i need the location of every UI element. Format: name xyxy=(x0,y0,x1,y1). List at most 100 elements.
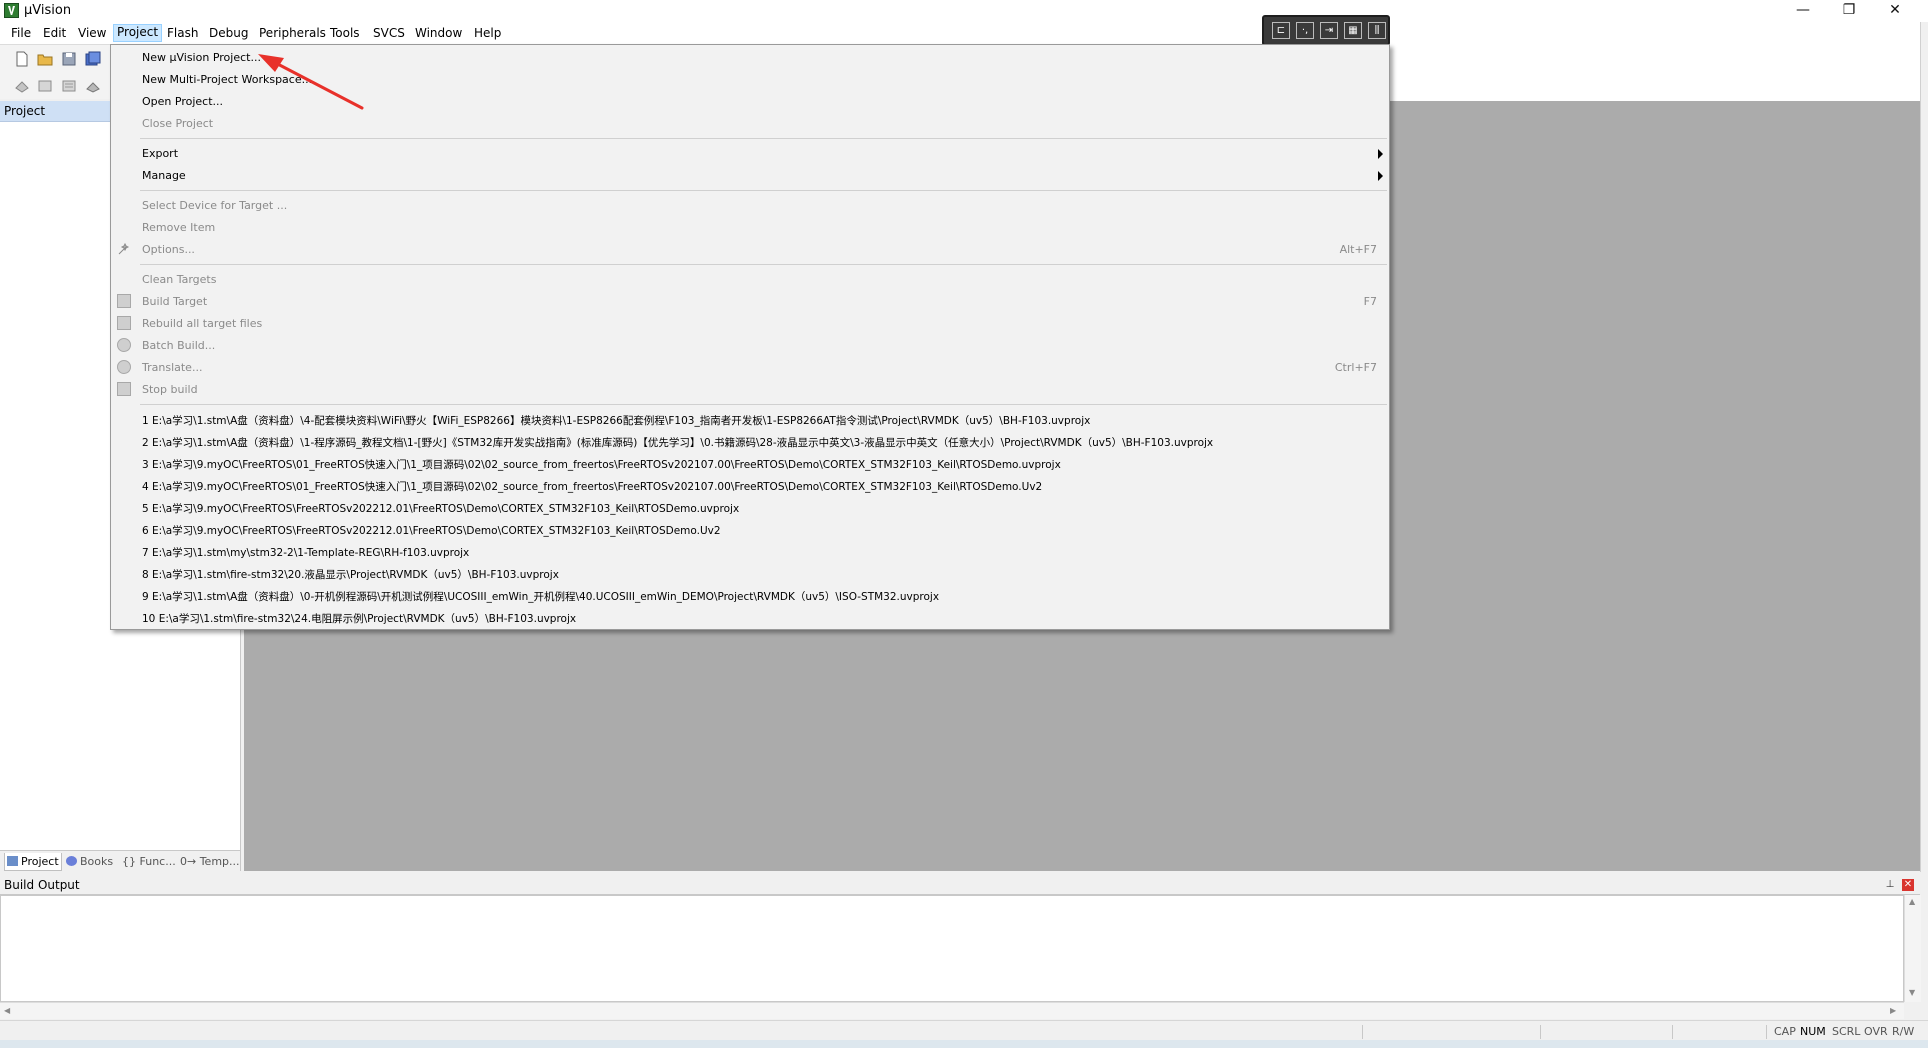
recent-project-2[interactable]: 2 E:\a学习\1.stm\A盘（资料盘）\1-程序源码_教程文档\1-[野火… xyxy=(111,431,1389,453)
menu-stop-build[interactable]: Stop build xyxy=(111,379,1389,401)
status-cap: CAP xyxy=(1774,1025,1796,1038)
close-window-button[interactable]: ✕ xyxy=(1872,0,1918,22)
restore-button[interactable]: ❐ xyxy=(1826,0,1872,22)
manage-label: Manage xyxy=(142,169,186,182)
cursor-icon[interactable]: ·, xyxy=(1296,22,1314,39)
recent-project-label: 1 E:\a学习\1.stm\A盘（资料盘）\4-配套模块资料\WiFi\野火【… xyxy=(142,415,1091,427)
translate-shortcut: Ctrl+F7 xyxy=(1334,361,1377,374)
window-split-icon[interactable]: ⊏ xyxy=(1272,22,1290,39)
rebuild-all-label: Rebuild all target files xyxy=(142,317,263,330)
tab-templates-label: 0→ Temp... xyxy=(180,855,240,868)
menu-remove-item[interactable]: Remove Item xyxy=(111,217,1389,239)
build-output-horizontal-scrollbar[interactable]: ◀ ▶ xyxy=(0,1002,1904,1019)
menu-flash[interactable]: Flash xyxy=(164,25,201,41)
new-project-label: New µVision Project... xyxy=(142,51,261,64)
menu-separator xyxy=(140,138,1387,139)
recent-project-label: 6 E:\a学习\9.myOC\FreeRTOS\FreeRTOSv202212… xyxy=(142,525,721,537)
menu-separator xyxy=(140,404,1387,405)
menu-open-project[interactable]: Open Project... xyxy=(111,91,1389,113)
menu-clean-targets[interactable]: Clean Targets xyxy=(111,269,1389,291)
batch-build-menu-icon xyxy=(117,338,131,352)
indent-icon[interactable]: ⇥ xyxy=(1320,22,1338,39)
menu-manage[interactable]: Manage xyxy=(111,165,1389,187)
menu-view[interactable]: View xyxy=(75,25,109,41)
scroll-up-icon[interactable]: ▲ xyxy=(1909,897,1915,906)
menu-build-target[interactable]: Build Target F7 xyxy=(111,291,1389,313)
status-rw: R/W xyxy=(1892,1025,1915,1038)
menu-help[interactable]: Help xyxy=(471,25,504,41)
project-pane-tabs: Project Books {} Func... 0→ Temp... xyxy=(0,850,240,872)
status-divider xyxy=(1540,1025,1541,1039)
open-project-label: Open Project... xyxy=(142,95,224,108)
menu-new-workspace[interactable]: New Multi-Project Workspace... xyxy=(111,69,1389,91)
menu-tools[interactable]: Tools xyxy=(327,25,363,41)
close-project-label: Close Project xyxy=(142,117,214,130)
recent-project-1[interactable]: 1 E:\a学习\1.stm\A盘（资料盘）\4-配套模块资料\WiFi\野火【… xyxy=(111,409,1389,431)
build-output-text[interactable] xyxy=(0,895,1904,1002)
submenu-arrow-icon xyxy=(1378,171,1383,181)
new-file-icon[interactable] xyxy=(14,51,30,67)
menu-window[interactable]: Window xyxy=(412,25,465,41)
batch-build-icon[interactable] xyxy=(85,78,101,94)
project-tab-icon xyxy=(7,856,18,866)
status-scrl: SCRL xyxy=(1832,1025,1861,1038)
recent-project-8[interactable]: 8 E:\a学习\1.stm\fire-stm32\20.液晶显示\Projec… xyxy=(111,563,1389,585)
minimize-button[interactable]: — xyxy=(1780,0,1826,22)
menu-file[interactable]: File xyxy=(8,25,34,41)
menu-options[interactable]: Options... Alt+F7 xyxy=(111,239,1389,261)
menu-debug[interactable]: Debug xyxy=(206,25,251,41)
scroll-left-icon[interactable]: ◀ xyxy=(4,1006,10,1015)
scroll-down-icon[interactable]: ▼ xyxy=(1909,988,1915,997)
menu-batch-build[interactable]: Batch Build... xyxy=(111,335,1389,357)
recent-project-9[interactable]: 9 E:\a学习\1.stm\A盘（资料盘）\0-开机例程源码\开机测试例程\U… xyxy=(111,585,1389,607)
close-panel-icon[interactable]: ✕ xyxy=(1902,879,1914,891)
tab-templates[interactable]: 0→ Temp... xyxy=(180,853,240,870)
build-target-icon xyxy=(117,294,131,308)
menu-svcs[interactable]: SVCS xyxy=(370,25,408,41)
project-menu-dropdown: New µVision Project... New Multi-Project… xyxy=(110,44,1390,630)
save-icon[interactable] xyxy=(61,51,77,67)
stop-build-label: Stop build xyxy=(142,383,198,396)
options-wand-icon xyxy=(118,242,130,255)
recent-project-7[interactable]: 7 E:\a学习\1.stm\my\stm32-2\1-Template-REG… xyxy=(111,541,1389,563)
tab-project[interactable]: Project xyxy=(4,853,62,871)
batch-build-label: Batch Build... xyxy=(142,339,216,352)
translate-icon[interactable] xyxy=(14,78,30,94)
menu-project[interactable]: Project xyxy=(113,24,163,42)
recent-project-4[interactable]: 4 E:\a学习\9.myOC\FreeRTOS\01_FreeRTOS快速入门… xyxy=(111,475,1389,497)
menu-rebuild-all[interactable]: Rebuild all target files xyxy=(111,313,1389,335)
new-workspace-label: New Multi-Project Workspace... xyxy=(142,73,313,86)
build-output-header: Build Output ⊥ ✕ xyxy=(0,876,1920,895)
tab-functions[interactable]: {} Func... xyxy=(122,853,178,870)
menu-new-project[interactable]: New µVision Project... xyxy=(111,47,1389,69)
columns-icon[interactable]: ⫼ xyxy=(1368,22,1386,39)
submenu-arrow-icon xyxy=(1378,149,1383,159)
recent-project-5[interactable]: 5 E:\a学习\9.myOC\FreeRTOS\FreeRTOSv202212… xyxy=(111,497,1389,519)
tab-books[interactable]: Books xyxy=(64,853,118,870)
pin-icon[interactable]: ⊥ xyxy=(1884,879,1896,891)
options-label: Options... xyxy=(142,243,195,256)
right-docking-edge xyxy=(1920,22,1928,872)
open-folder-icon[interactable] xyxy=(37,51,53,67)
recent-project-3[interactable]: 3 E:\a学习\9.myOC\FreeRTOS\01_FreeRTOS快速入门… xyxy=(111,453,1389,475)
recent-project-label: 5 E:\a学习\9.myOC\FreeRTOS\FreeRTOSv202212… xyxy=(142,503,740,515)
build-output-vertical-scrollbar[interactable]: ▲ ▼ xyxy=(1904,895,1921,1002)
floating-toolbar: ⊏ ·, ⇥ ▦ ⫼ xyxy=(1262,15,1390,46)
menu-close-project[interactable]: Close Project xyxy=(111,113,1389,135)
build-icon[interactable] xyxy=(37,78,53,94)
menu-translate[interactable]: Translate... Ctrl+F7 xyxy=(111,357,1389,379)
recent-project-6[interactable]: 6 E:\a学习\9.myOC\FreeRTOS\FreeRTOSv202212… xyxy=(111,519,1389,541)
save-all-icon[interactable] xyxy=(85,51,101,67)
keyboard-icon[interactable]: ▦ xyxy=(1344,22,1362,39)
menu-export[interactable]: Export xyxy=(111,143,1389,165)
scroll-right-icon[interactable]: ▶ xyxy=(1890,1006,1896,1015)
menu-peripherals[interactable]: Peripherals xyxy=(256,25,329,41)
tab-books-label: Books xyxy=(80,855,114,868)
rebuild-icon[interactable] xyxy=(61,78,77,94)
recent-project-10[interactable]: 10 E:\a学习\1.stm\fire-stm32\24.电阻屏示例\Proj… xyxy=(111,607,1389,629)
translate-label: Translate... xyxy=(142,361,203,374)
menu-edit[interactable]: Edit xyxy=(40,25,69,41)
build-output-title: Build Output xyxy=(4,878,80,892)
status-divider xyxy=(1672,1025,1673,1039)
menu-select-device[interactable]: Select Device for Target ... xyxy=(111,195,1389,217)
